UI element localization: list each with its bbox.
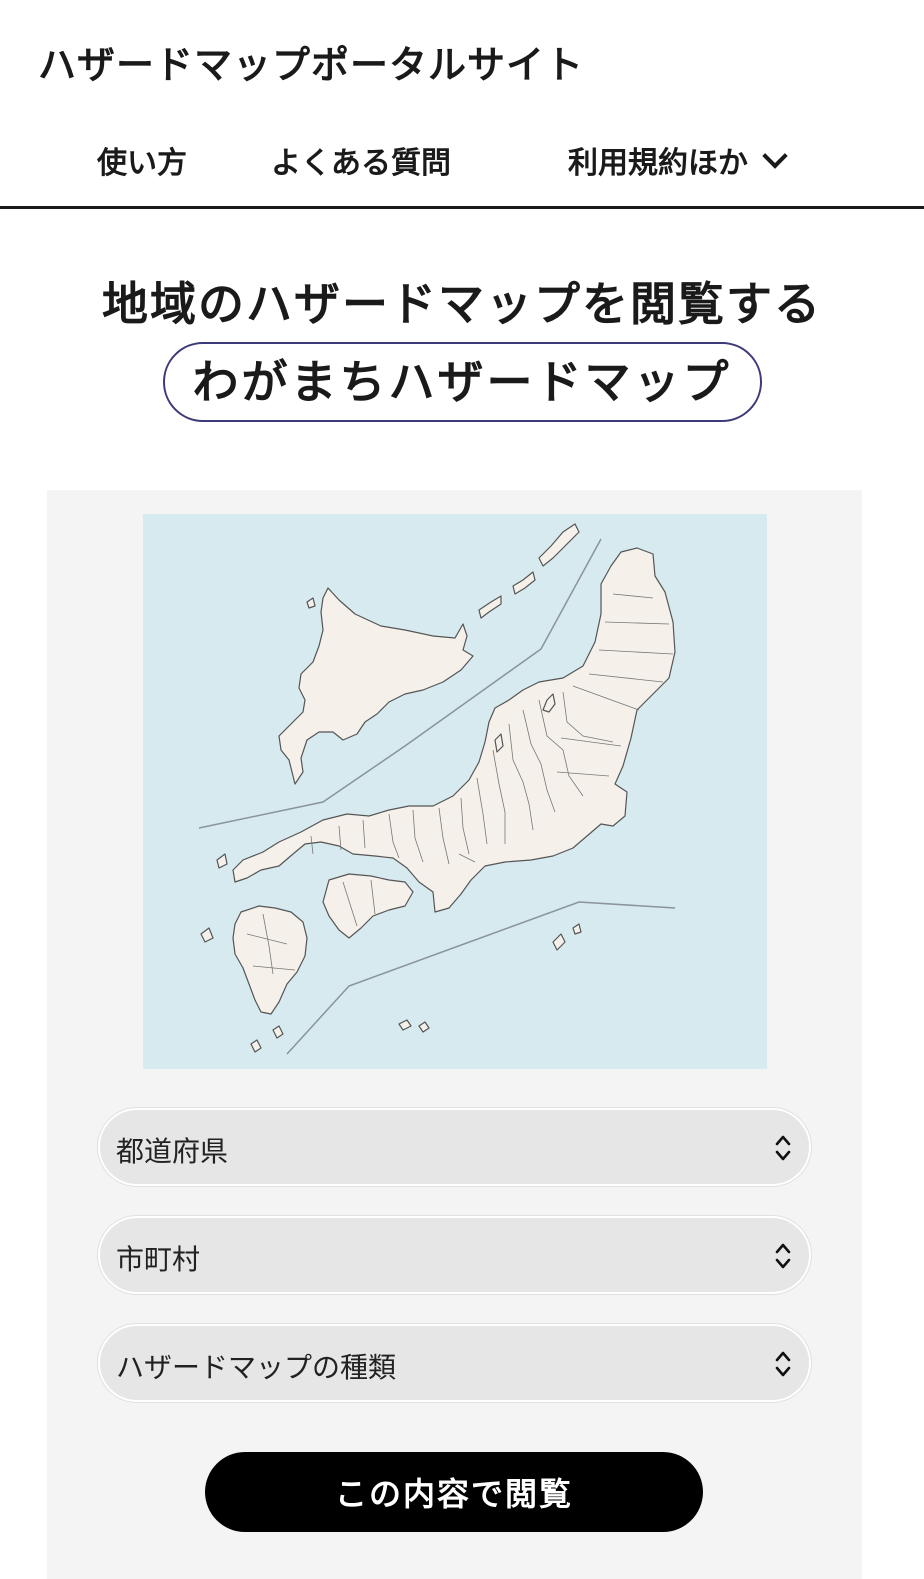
municipality-select[interactable]: 市町村 xyxy=(98,1216,811,1294)
main-nav: 使い方 よくある質問 利用規約ほか xyxy=(0,130,924,186)
chevron-down-icon xyxy=(762,143,788,169)
page-headline: 地域のハザードマップを閲覧する xyxy=(102,277,822,331)
section-pill-title: わがまちハザードマップ xyxy=(162,342,762,422)
map-kuril-islands xyxy=(478,523,580,619)
nav-item-terms[interactable]: 利用規約ほか xyxy=(568,138,788,182)
japan-map-svg xyxy=(198,523,676,1055)
hazard-type-select-value: ハザードマップの種類 xyxy=(116,1351,397,1384)
map-kyushu xyxy=(232,905,308,1015)
select-updown-icon xyxy=(775,1135,791,1161)
pill-wrapper: わがまちハザードマップ xyxy=(0,342,924,422)
search-panel: 都道府県 市町村 ハザードマップの種類 この内容で閲覧 xyxy=(47,490,862,1579)
hazard-type-select[interactable]: ハザードマップの種類 xyxy=(98,1324,811,1402)
municipality-select-value: 市町村 xyxy=(116,1243,201,1276)
nav-item-label: 利用規約ほか xyxy=(568,146,748,181)
select-updown-icon xyxy=(775,1351,791,1377)
nav-item-label: よくある質問 xyxy=(271,146,451,181)
site-title[interactable]: ハザードマップポータルサイト xyxy=(38,34,584,89)
japan-map[interactable] xyxy=(143,514,767,1069)
prefecture-select[interactable]: 都道府県 xyxy=(98,1108,811,1186)
map-shikoku xyxy=(322,873,414,939)
site-header: ハザードマップポータルサイト 使い方 よくある質問 利用規約ほか xyxy=(0,0,924,209)
select-updown-icon xyxy=(775,1243,791,1269)
nav-item-label: 使い方 xyxy=(97,146,187,181)
prefecture-select-value: 都道府県 xyxy=(116,1135,229,1168)
map-hokkaido xyxy=(278,587,474,785)
nav-item-how-to-use[interactable]: 使い方 xyxy=(97,138,187,182)
view-submit-button[interactable]: この内容で閲覧 xyxy=(205,1452,703,1532)
nav-item-faq[interactable]: よくある質問 xyxy=(271,138,451,182)
